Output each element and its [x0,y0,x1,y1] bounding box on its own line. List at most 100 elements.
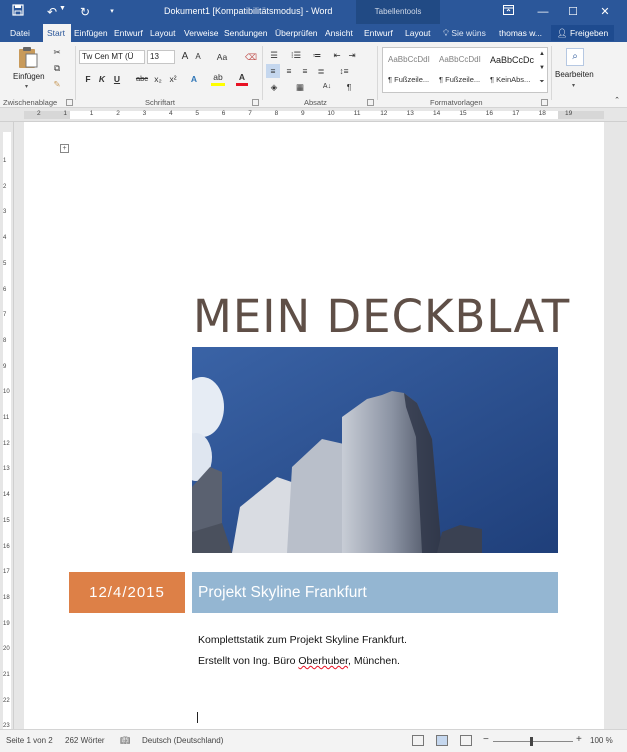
shrink-font-button[interactable]: A [193,50,203,64]
tab-datei[interactable]: Datei [10,24,30,42]
cover-project-title[interactable]: Projekt Skyline Frankfurt [192,572,558,613]
editing-caret-icon[interactable]: ▾ [572,82,575,89]
decrease-indent-icon[interactable]: ⇤ [331,48,343,62]
justify-icon[interactable]: ≣ [314,64,328,78]
bullets-icon[interactable]: ☰ [266,48,282,62]
tab-layout[interactable]: Layout [150,24,176,42]
styles-scroll-down-icon[interactable]: ▼ [537,62,547,74]
numbering-icon[interactable]: ⁝☰ [288,48,304,62]
italic-button[interactable]: K [96,72,108,86]
increase-indent-icon[interactable]: ⇥ [346,48,358,62]
tab-einfuegen[interactable]: Einfügen [74,24,108,42]
align-left-icon[interactable]: ≡ [266,64,280,78]
print-layout-icon[interactable] [436,735,448,746]
table-move-handle-icon[interactable]: + [60,144,69,153]
tab-entwurf[interactable]: Entwurf [114,24,143,42]
tab-sendungen[interactable]: Sendungen [224,24,268,42]
show-marks-icon[interactable]: ¶ [343,80,355,94]
body-line-2[interactable]: Erstellt von Ing. Büro Oberhuber, Münche… [198,655,400,667]
spelling-flagged-word[interactable]: Oberhuber [298,655,348,667]
web-layout-icon[interactable] [460,735,472,746]
zoom-in-button[interactable]: + [576,734,582,745]
save-icon[interactable] [10,4,26,20]
zoom-slider[interactable] [493,741,573,742]
paste-caret-icon[interactable]: ▾ [25,83,28,90]
highlight-button[interactable]: ab [211,72,225,86]
clipboard-launcher-icon[interactable] [66,99,73,106]
text-effects-button[interactable]: A [188,72,200,86]
cut-icon[interactable]: ✂ [50,45,64,59]
font-launcher-icon[interactable] [252,99,259,106]
ribbon-display-icon[interactable] [493,0,523,24]
zoom-out-button[interactable]: − [483,734,489,745]
ruler-number: 18 [538,110,546,117]
paste-icon[interactable] [17,46,39,68]
horizontal-ruler[interactable]: 2 1 1 2 3 4 5 6 7 8 9 10 11 12 13 14 15 16 17 18 19 [0,108,627,122]
skyline-photo[interactable] [192,347,558,553]
align-right-icon[interactable]: ≡ [298,64,312,78]
style-name[interactable]: ¶ Fußzeile... [439,75,480,84]
subscript-button[interactable]: x₂ [151,72,165,86]
line-spacing-icon[interactable]: ↕≡ [336,64,352,78]
redo-icon[interactable]: ↻ [77,4,93,20]
style-name[interactable]: ¶ KeinAbs... [490,75,530,84]
style-name[interactable]: ¶ Fußzeile... [388,75,429,84]
style-preview[interactable]: AaBbCcDdI [439,55,481,64]
paragraph-launcher-icon[interactable] [367,99,374,106]
styles-launcher-icon[interactable] [541,99,548,106]
shading-icon[interactable]: ◈ [266,80,282,94]
vertical-ruler[interactable]: 1 2 3 4 5 6 7 8 9 10 11 12 13 14 15 16 17 18 19 20 21 22 23 [0,122,14,729]
format-painter-icon[interactable]: ✎ [50,77,64,91]
minimize-icon[interactable]: — [528,0,558,24]
collapse-ribbon-icon[interactable]: ⌃ [612,94,622,108]
zoom-slider-thumb[interactable] [530,737,533,746]
tell-me-search[interactable]: 💡︎ Sie wüns [443,24,486,42]
share-button[interactable]: 👤︎ Freigeben [551,25,614,41]
tab-ansicht[interactable]: Ansicht [325,24,353,42]
styles-scroll-up-icon[interactable]: ▲ [537,48,547,60]
maximize-icon[interactable]: ☐ [558,0,588,24]
styles-more-icon[interactable]: ⏷ [537,76,547,88]
tab-start[interactable]: Start [43,24,71,42]
language-indicator[interactable]: Deutsch (Deutschland) [142,736,223,745]
cover-title[interactable]: MEIN DECKBLAT [193,290,570,343]
change-case-button[interactable]: Aa [213,50,231,64]
strikethrough-button[interactable]: abc [134,72,150,86]
ruler-number: 8 [274,110,279,117]
tab-ueberpruefen[interactable]: Überprüfen [275,24,318,42]
font-color-button[interactable]: A [236,72,248,86]
clear-formatting-icon[interactable]: ⌫ [244,50,258,64]
search-icon[interactable]: ⌕ [566,48,584,66]
editing-button-label[interactable]: Bearbeiten [555,70,594,79]
undo-icon[interactable]: ↶ [44,4,60,20]
user-account[interactable]: thomas w... [499,24,542,42]
body-line-1[interactable]: Komplettstatik zum Projekt Skyline Frank… [198,634,407,646]
tab-tabelle-entwurf[interactable]: Entwurf [364,24,393,42]
align-center-icon[interactable]: ≡ [282,64,296,78]
bold-button[interactable]: F [82,72,94,86]
paste-button-label[interactable]: Einfügen [13,72,45,81]
undo-dropdown-icon[interactable]: ▼ [59,5,66,12]
copy-icon[interactable]: ⧉ [50,61,64,75]
font-name-field[interactable]: Tw Cen MT (Ü [79,50,145,64]
word-count[interactable]: 262 Wörter [65,736,105,745]
font-size-field[interactable]: 13 [147,50,175,64]
tab-tabelle-layout[interactable]: Layout [405,24,431,42]
multilevel-list-icon[interactable]: ≔ [309,48,325,62]
style-preview[interactable]: AaBbCcDc [490,55,534,65]
tab-verweise[interactable]: Verweise [184,24,219,42]
superscript-button[interactable]: x² [166,72,180,86]
proofing-icon[interactable]: 📖︎ [120,736,130,745]
borders-icon[interactable]: ▦ [292,80,308,94]
cover-date[interactable]: 12/4/2015 [69,572,185,613]
sort-icon[interactable]: A↓ [320,80,334,94]
zoom-level[interactable]: 100 % [590,736,613,745]
ruler-number: 10 [3,389,10,396]
grow-font-button[interactable]: A [180,50,190,64]
page-count[interactable]: Seite 1 von 2 [6,736,53,745]
read-mode-icon[interactable] [412,735,424,746]
close-icon[interactable]: ✕ [590,0,620,24]
underline-button[interactable]: U [111,72,123,86]
style-preview[interactable]: AaBbCcDdI [388,55,430,64]
quick-access-caret-icon[interactable]: ▾ [104,4,120,20]
